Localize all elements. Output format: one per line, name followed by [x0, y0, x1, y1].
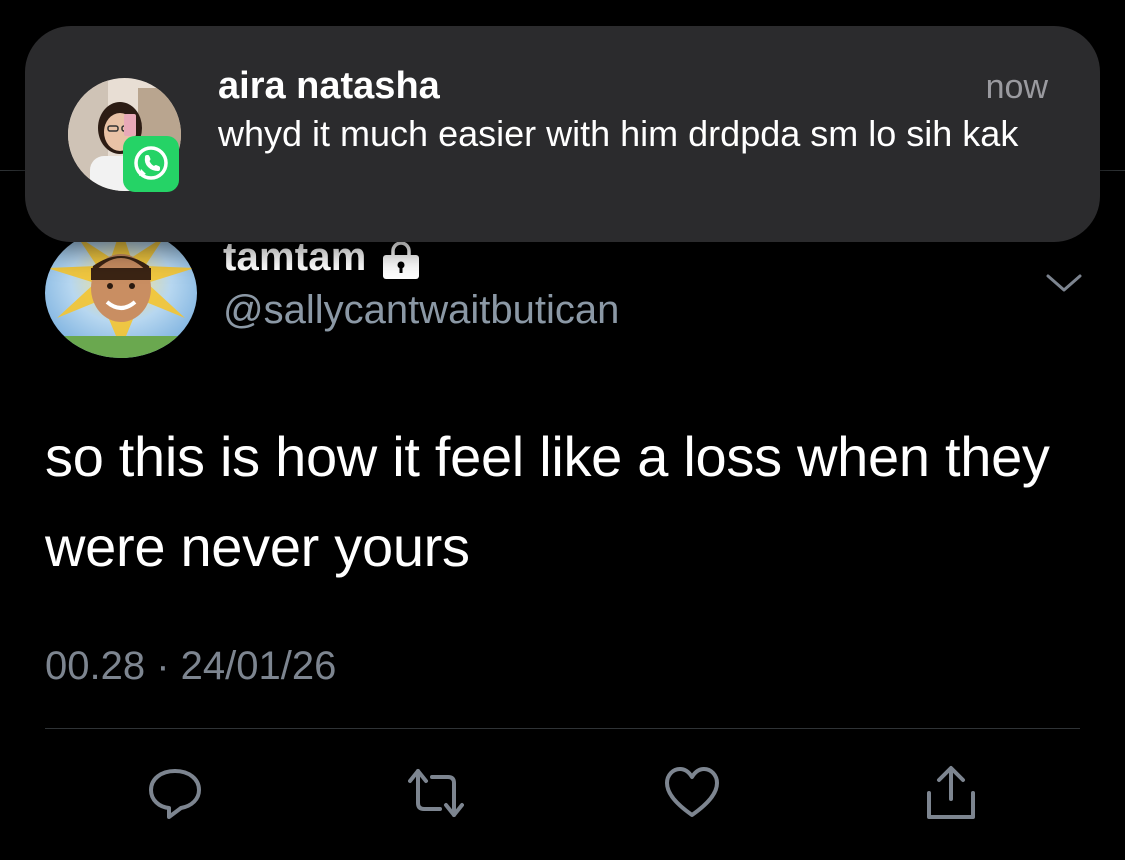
chevron-down-icon[interactable]	[1044, 268, 1084, 298]
tweet-author-avatar[interactable]	[45, 228, 197, 358]
retweet-icon	[408, 769, 464, 817]
notification-sender: aira natasha	[218, 65, 440, 107]
lock-icon	[380, 241, 422, 281]
screen: tamtam @sallycantwaitbutican so this is …	[0, 0, 1125, 860]
like-icon	[665, 767, 719, 817]
like-button[interactable]	[664, 765, 720, 821]
reply-button[interactable]	[147, 765, 203, 821]
share-icon	[927, 766, 975, 819]
tweet-text: so this is how it feel like a loss when …	[45, 425, 1050, 578]
share-button[interactable]	[923, 765, 979, 821]
whatsapp-icon	[123, 136, 179, 192]
reply-icon	[149, 769, 201, 819]
tweet-timestamp[interactable]: 00.28 · 24/01/26	[45, 640, 336, 692]
notification-banner[interactable]: aira natasha now whyd it much easier wit…	[25, 26, 1100, 242]
notification-message: whyd it much easier with him drdpda sm l…	[218, 113, 1019, 154]
notification-time: now	[985, 68, 1048, 106]
tweet-handle[interactable]: @sallycantwaitbutican	[223, 286, 619, 334]
retweet-button[interactable]	[408, 765, 464, 821]
divider	[45, 728, 1080, 729]
